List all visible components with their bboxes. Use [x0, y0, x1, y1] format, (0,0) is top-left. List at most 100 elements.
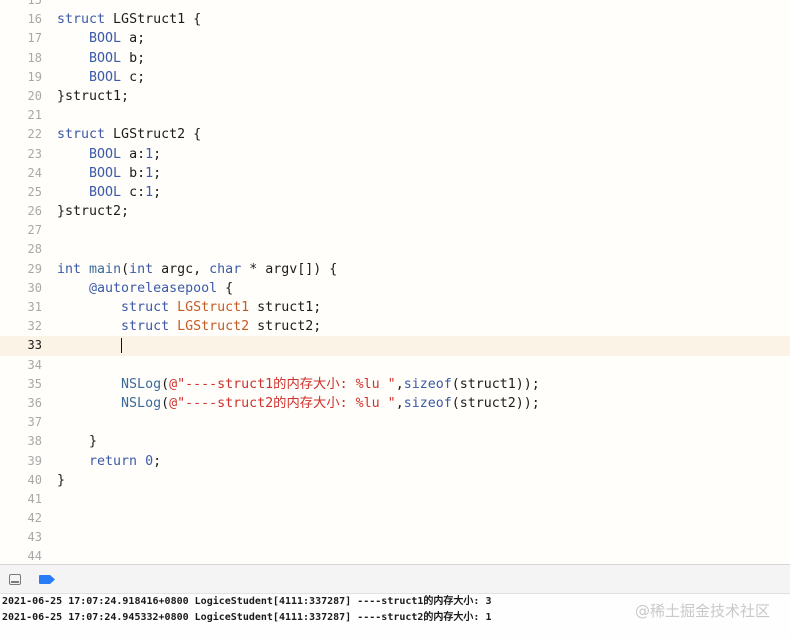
- code-text: }struct1;: [57, 87, 129, 106]
- code-line[interactable]: 20}struct1;: [0, 87, 790, 106]
- code-token: main: [89, 261, 122, 277]
- code-line[interactable]: 32 struct LGStruct2 struct2;: [0, 317, 790, 336]
- code-token: struct: [57, 12, 106, 28]
- code-token: c;: [121, 69, 146, 85]
- panel-hide-icon[interactable]: [9, 574, 21, 585]
- code-token: NSLog: [121, 395, 162, 411]
- code-token: char: [209, 261, 242, 277]
- code-line[interactable]: 29 int main(int argc, char * argv[]) {: [0, 260, 790, 279]
- line-number: 22: [27, 127, 42, 142]
- code-line[interactable]: 16 struct LGStruct1 {: [0, 10, 790, 29]
- line-number: 31: [27, 300, 42, 314]
- code-text: BOOL b:1;: [57, 164, 161, 183]
- line-number: 35: [27, 376, 42, 391]
- code-line[interactable]: 44: [0, 547, 790, 564]
- code-token: ;: [153, 165, 162, 181]
- code-token: NSLog: [121, 376, 162, 392]
- code-text: struct LGStruct1 {: [57, 10, 201, 29]
- code-line[interactable]: 24 BOOL b:1;: [0, 164, 790, 183]
- code-token: LGStruct2 {: [105, 127, 202, 143]
- code-token: struct: [57, 127, 106, 143]
- code-line[interactable]: 26 }struct2;: [0, 202, 790, 221]
- code-line[interactable]: 40}: [0, 471, 790, 490]
- code-text: [57, 336, 123, 355]
- code-token: struct: [121, 300, 170, 315]
- line-number: 38: [27, 434, 42, 449]
- code-line[interactable]: 42: [0, 509, 790, 528]
- code-token: sizeof: [403, 395, 452, 411]
- code-token: BOOL: [89, 184, 122, 200]
- code-token: (: [161, 376, 170, 392]
- code-line[interactable]: 38 }: [0, 432, 790, 451]
- code-line[interactable]: 41: [0, 490, 790, 509]
- code-line[interactable]: 17 BOOL a;: [0, 29, 790, 48]
- code-text: BOOL b;: [57, 49, 145, 68]
- code-token: int: [57, 261, 82, 277]
- code-token: }struct2;: [57, 204, 130, 220]
- code-line[interactable]: 22 struct LGStruct2 {: [0, 125, 790, 144]
- code-token: c:: [121, 184, 146, 200]
- line-number: 37: [27, 415, 42, 430]
- code-line[interactable]: 33: [0, 336, 790, 356]
- code-token: @autoreleasepool: [89, 280, 218, 296]
- code-line[interactable]: 35 NSLog(@"----struct1的内存大小: %lu ",sizeo…: [0, 375, 790, 394]
- code-line[interactable]: 25 BOOL c:1;: [0, 183, 790, 202]
- code-line[interactable]: 30 @autoreleasepool {: [0, 279, 790, 298]
- line-number: 27: [27, 223, 42, 238]
- code-token: BOOL: [89, 165, 122, 181]
- code-token: (: [161, 395, 170, 411]
- code-token: * argv[]) {: [241, 261, 338, 277]
- line-number: 26: [27, 204, 42, 219]
- line-number: 28: [27, 242, 42, 257]
- line-number: 25: [27, 184, 42, 199]
- code-token: }struct1;: [57, 88, 130, 104]
- code-token: a;: [121, 31, 146, 47]
- line-number: 41: [27, 491, 42, 506]
- code-editor[interactable]: 15 16 struct LGStruct1 {17 BOOL a; 18 BOOL …: [0, 0, 790, 564]
- line-number: 16: [27, 12, 42, 27]
- line-number: 36: [27, 395, 42, 410]
- code-token: @"----struct1的内存大小: %lu ": [169, 376, 396, 392]
- code-line[interactable]: 19 BOOL c;: [0, 68, 790, 87]
- code-line[interactable]: 39 return 0;: [0, 452, 790, 471]
- code-text: }: [57, 432, 97, 451]
- code-text: struct LGStruct1 struct1;: [57, 298, 321, 317]
- line-number: 42: [27, 511, 42, 526]
- line-number: 23: [27, 146, 42, 161]
- code-token: BOOL: [89, 146, 122, 162]
- code-line[interactable]: 31 struct LGStruct1 struct1;: [0, 298, 790, 317]
- code-text: @autoreleasepool {: [57, 279, 233, 298]
- code-line[interactable]: 21: [0, 106, 790, 125]
- code-token: 1: [145, 146, 154, 162]
- code-text: BOOL a;: [57, 29, 145, 48]
- code-lines: 15 16 struct LGStruct1 {17 BOOL a; 18 BOOL …: [0, 0, 790, 564]
- code-line[interactable]: 37: [0, 413, 790, 432]
- code-line[interactable]: 36 NSLog(@"----struct2的内存大小: %lu ",sizeo…: [0, 394, 790, 413]
- code-token: b:: [121, 165, 146, 181]
- line-number: 43: [27, 530, 42, 545]
- line-number: 29: [27, 261, 42, 276]
- code-line[interactable]: 15: [0, 0, 790, 10]
- code-line[interactable]: 28: [0, 240, 790, 259]
- code-line[interactable]: 18 BOOL b;: [0, 49, 790, 68]
- code-text: BOOL a:1;: [57, 145, 161, 164]
- code-line[interactable]: 43: [0, 528, 790, 547]
- line-number: 32: [27, 319, 42, 334]
- code-line[interactable]: 27: [0, 221, 790, 240]
- code-token: return: [89, 453, 138, 469]
- code-token: int: [129, 261, 154, 277]
- code-line[interactable]: 23 BOOL a:1;: [0, 145, 790, 164]
- breakpoint-icon[interactable]: [39, 575, 55, 584]
- code-text: NSLog(@"----struct2的内存大小: %lu ",sizeof(s…: [57, 394, 540, 413]
- code-token: struct2;: [249, 319, 322, 335]
- code-token: }: [57, 472, 66, 488]
- code-line[interactable]: 34: [0, 356, 790, 375]
- code-token: LGStruct2: [177, 319, 250, 335]
- code-token: struct: [121, 319, 170, 335]
